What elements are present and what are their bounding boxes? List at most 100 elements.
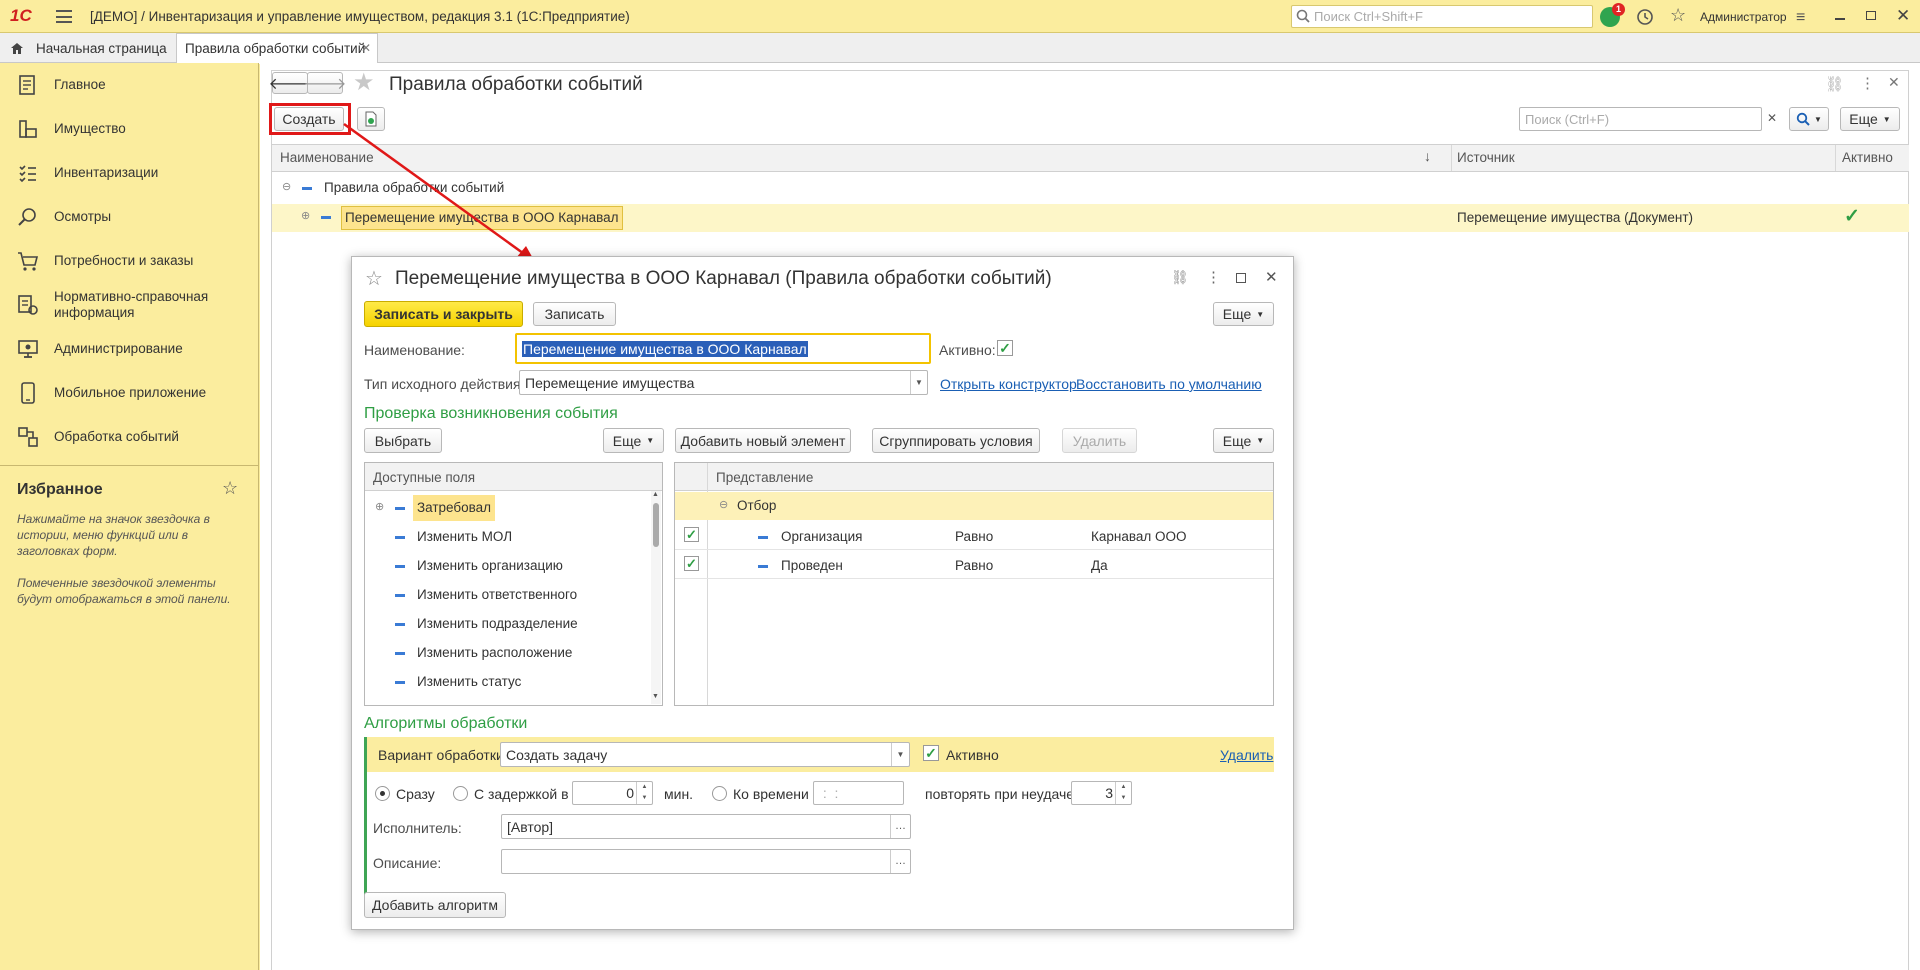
tab-home[interactable]: Начальная страница xyxy=(0,34,176,63)
app-title: [ДЕМО] / Инвентаризация и управление иму… xyxy=(90,9,630,24)
list-item[interactable]: Изменить расположение xyxy=(365,640,651,666)
collapse-icon[interactable]: ⊖ xyxy=(719,498,728,511)
variant-select[interactable]: Создать задачу xyxy=(500,742,910,767)
expand-icon[interactable]: ⊕ xyxy=(301,209,310,222)
condition-checkbox[interactable]: ✓ xyxy=(684,556,699,571)
close-app-icon[interactable]: ✕ xyxy=(1896,6,1910,26)
form-link-icon[interactable]: ⛓ xyxy=(1171,269,1189,286)
group-icon xyxy=(302,187,312,190)
active-checkbox[interactable]: ✓ xyxy=(997,340,1013,356)
sidebar-item-reference[interactable]: Нормативно-справочная информация xyxy=(0,283,259,327)
dropdown-arrow-icon[interactable]: ▼ xyxy=(891,743,909,766)
form-star-icon[interactable]: ☆ xyxy=(365,266,383,291)
clear-search-icon[interactable]: ✕ xyxy=(1767,111,1777,125)
condition-checkbox[interactable]: ✓ xyxy=(684,527,699,542)
sidebar-item-events[interactable]: Обработка событий xyxy=(0,415,259,459)
minimize-icon[interactable] xyxy=(1835,18,1845,20)
sidebar-item-label: Главное xyxy=(54,77,106,92)
executor-field[interactable]: [Автор] xyxy=(501,814,911,839)
sidebar-item-property[interactable]: Имущество xyxy=(0,107,259,151)
radio-now[interactable] xyxy=(375,786,390,801)
settings-menu-icon[interactable]: ≡ xyxy=(1796,9,1805,27)
action-type-select[interactable]: Перемещение имущества xyxy=(519,370,928,395)
list-item[interactable]: Изменить статус xyxy=(365,669,651,695)
repr-header-label: Представление xyxy=(716,470,814,485)
expand-icon[interactable]: ⊕ xyxy=(375,500,384,513)
open-constructor-link[interactable]: Открыть конструктор xyxy=(940,376,1077,392)
save-and-close-button[interactable]: Записать и закрыть xyxy=(364,301,523,327)
list-item[interactable]: ⊕ Затребовал xyxy=(365,495,651,521)
add-element-button[interactable]: Добавить новый элемент xyxy=(675,428,851,453)
description-field[interactable] xyxy=(501,849,911,874)
sidebar-item-orders[interactable]: Потребности и заказы xyxy=(0,239,259,283)
forward-button[interactable]: 🡒 xyxy=(304,72,346,94)
list-item[interactable]: Изменить подразделение xyxy=(365,611,651,637)
scroll-up-icon[interactable]: ▲ xyxy=(652,491,659,498)
form-close-icon[interactable]: ✕ xyxy=(1265,268,1278,286)
scroll-down-icon[interactable]: ▼ xyxy=(652,693,659,700)
more-vert-icon[interactable]: ⋮ xyxy=(1860,74,1875,92)
form-more-button[interactable]: Еще ▼ xyxy=(1213,302,1274,326)
search-button[interactable]: ▼ xyxy=(1789,107,1829,131)
scroll-thumb[interactable] xyxy=(653,503,659,547)
favorites-star-icon[interactable]: ☆ xyxy=(1670,5,1686,26)
form-more-vert-icon[interactable]: ⋮ xyxy=(1206,268,1221,286)
sidebar-item-label: Инвентаризации xyxy=(54,165,159,180)
close-list-icon[interactable]: ✕ xyxy=(1888,74,1900,91)
table-row[interactable]: ✓ Организация Равно Карнавал ООО xyxy=(675,522,1273,550)
list-item[interactable]: Изменить ответственного xyxy=(365,582,651,608)
fields-more-button[interactable]: Еще ▼ xyxy=(603,428,664,453)
conditions-more-button[interactable]: Еще ▼ xyxy=(1213,428,1274,453)
list-search-input[interactable]: Поиск (Ctrl+F) xyxy=(1519,107,1762,131)
add-algorithm-button[interactable]: Добавить алгоритм xyxy=(364,892,506,918)
tab-event-rules[interactable]: Правила обработки событий ✕ xyxy=(176,33,378,64)
global-search-input[interactable]: Поиск Ctrl+Shift+F xyxy=(1291,5,1593,28)
retry-stepper[interactable]: ▲ ▼ xyxy=(1115,782,1131,804)
history-icon[interactable] xyxy=(1636,8,1654,26)
radio-time[interactable] xyxy=(712,786,727,801)
restore-icon[interactable] xyxy=(1866,11,1876,20)
filter-group-row[interactable]: ⊖ Отбор xyxy=(675,492,1273,520)
list-item[interactable]: Изменить МОЛ xyxy=(365,524,651,550)
user-name[interactable]: Администратор xyxy=(1700,10,1787,24)
delay-stepper[interactable]: ▲ ▼ xyxy=(636,782,652,804)
algo-active-checkbox[interactable]: ✓ xyxy=(923,745,939,761)
sidebar-item-main[interactable]: Главное xyxy=(0,63,259,107)
restore-default-link[interactable]: Восстановить по умолчанию xyxy=(1076,376,1262,392)
table-row[interactable]: ✓ Проведен Равно Да xyxy=(675,551,1273,579)
time-input[interactable]: : : xyxy=(813,781,904,805)
column-source-header[interactable]: Источник xyxy=(1457,150,1515,165)
name-field[interactable]: Перемещение имущества в ООО Карнавал xyxy=(515,333,931,364)
list-favorite-star-icon[interactable]: ★ xyxy=(353,68,375,97)
description-choose-button[interactable]: … xyxy=(890,850,910,873)
executor-choose-button[interactable]: … xyxy=(890,815,910,838)
add-algorithm-label: Добавить алгоритм xyxy=(372,897,498,913)
column-active-header[interactable]: Активно xyxy=(1842,150,1893,165)
sidebar-item-admin[interactable]: Администрирование xyxy=(0,327,259,371)
radio-delay[interactable] xyxy=(453,786,468,801)
collapse-icon[interactable]: ⊖ xyxy=(282,180,291,193)
fields-scrollbar[interactable]: ▲ ▼ xyxy=(651,491,661,704)
form-maximize-icon[interactable] xyxy=(1236,273,1246,283)
select-button[interactable]: Выбрать xyxy=(364,428,442,453)
sidebar-item-inspections[interactable]: Осмотры xyxy=(0,195,259,239)
delete-condition-button[interactable]: Удалить xyxy=(1062,428,1137,453)
list-more-button[interactable]: Еще ▼ xyxy=(1840,107,1900,131)
algo-active-label: Активно xyxy=(946,747,999,763)
field-label: Изменить расположение xyxy=(417,645,573,660)
form-title: Перемещение имущества в ООО Карнавал (Пр… xyxy=(395,268,1052,289)
sidebar-item-inventories[interactable]: Инвентаризации xyxy=(0,151,259,195)
sidebar-item-mobile[interactable]: Мобильное приложение xyxy=(0,371,259,415)
list-item[interactable]: Изменить организацию xyxy=(365,553,651,579)
algo-delete-link[interactable]: Удалить xyxy=(1220,747,1273,763)
row-active-check: ✓ xyxy=(1844,206,1860,227)
favorites-star-icon[interactable]: ☆ xyxy=(222,478,238,499)
link-icon[interactable]: ⛓ xyxy=(1825,75,1844,93)
app-logo[interactable]: 1С xyxy=(10,6,32,26)
reference-icon xyxy=(18,295,38,315)
main-menu-icon[interactable] xyxy=(56,10,72,23)
close-tab-icon[interactable]: ✕ xyxy=(361,41,371,55)
save-button[interactable]: Записать xyxy=(533,302,616,326)
group-conditions-button[interactable]: Сгруппировать условия xyxy=(872,428,1040,453)
dropdown-arrow-icon[interactable]: ▼ xyxy=(910,371,927,394)
